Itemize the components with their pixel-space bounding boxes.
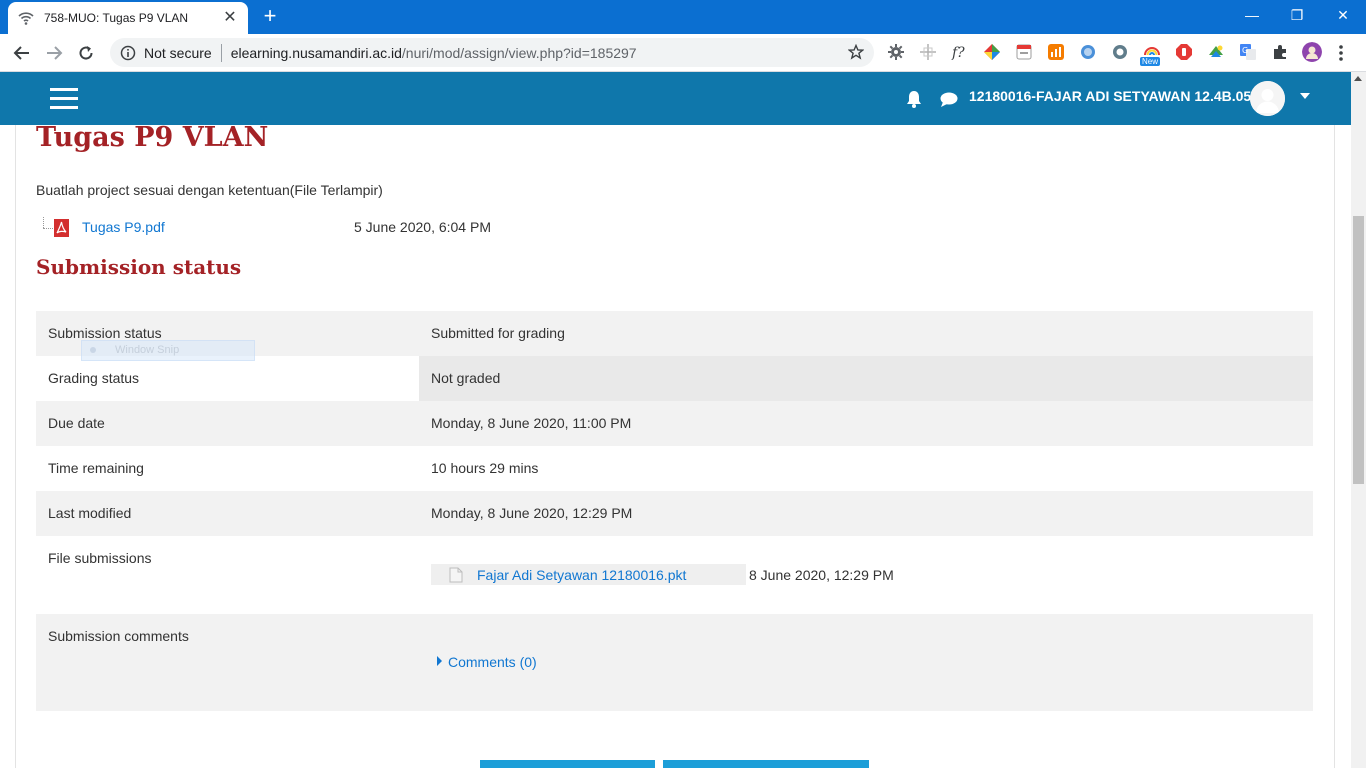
- attachment-date: 5 June 2020, 6:04 PM: [354, 219, 491, 235]
- page-title: Tugas P9 VLAN: [36, 125, 269, 153]
- info-icon[interactable]: [120, 45, 136, 61]
- row-label: File submissions: [48, 550, 152, 566]
- comments-label: Comments (0): [448, 654, 537, 670]
- url-host: elearning.nusamandiri.ac.id: [230, 44, 402, 61]
- minimize-button[interactable]: —: [1229, 0, 1275, 30]
- caret-right-icon: [437, 656, 442, 666]
- forward-arrow-icon: [47, 46, 63, 60]
- table-row: File submissions Fajar Adi Setyawan 1218…: [36, 536, 1313, 614]
- row-value: Not graded: [431, 370, 501, 386]
- row-value: 10 hours 29 mins: [431, 460, 539, 476]
- row-label: Submission comments: [48, 628, 189, 644]
- row-label: Submission status: [48, 325, 162, 341]
- svg-text:f?: f?: [951, 45, 965, 61]
- row-value: Monday, 8 June 2020, 11:00 PM: [431, 415, 632, 431]
- table-row: Grading status Not graded: [36, 356, 1313, 401]
- tree-connector: [43, 217, 44, 228]
- section-title: Submission status: [36, 255, 242, 279]
- new-badge: New: [1140, 57, 1161, 66]
- snip-icon: [90, 347, 96, 353]
- row-value: Monday, 8 June 2020, 12:29 PM: [431, 505, 633, 521]
- submitted-file-date: 8 June 2020, 12:29 PM: [749, 567, 894, 583]
- table-row: Last modified Monday, 8 June 2020, 12:29…: [36, 491, 1313, 536]
- document-file-icon: [449, 567, 463, 583]
- profile-icon[interactable]: [1302, 42, 1322, 62]
- back-button[interactable]: [9, 40, 35, 66]
- svg-text:G: G: [1242, 46, 1248, 55]
- snip-label: Window Snip: [115, 344, 180, 356]
- user-name[interactable]: 12180016-FAJAR ADI SETYAWAN 12.4B.05: [969, 88, 1251, 104]
- address-bar[interactable]: Not secure elearning.nusamandiri.ac.id/n…: [110, 38, 874, 67]
- avatar[interactable]: [1250, 81, 1285, 116]
- browser-tab[interactable]: 758-MUO: Tugas P9 VLAN ✕: [8, 2, 248, 34]
- stop-hand-extension-icon[interactable]: [1175, 43, 1193, 61]
- google-earth-extension-icon[interactable]: [1207, 43, 1225, 61]
- row-label: Grading status: [48, 370, 140, 386]
- globe-extension-icon[interactable]: [1079, 43, 1097, 61]
- color-extension-icon[interactable]: [983, 43, 1001, 61]
- scroll-thumb[interactable]: [1353, 216, 1364, 484]
- site-navbar: 12180016-FAJAR ADI SETYAWAN 12.4B.05: [0, 72, 1351, 125]
- browser-toolbar: Not secure elearning.nusamandiri.ac.id/n…: [0, 34, 1366, 72]
- row-label: Due date: [48, 415, 105, 431]
- table-row: Due date Monday, 8 June 2020, 11:00 PM: [36, 401, 1313, 446]
- user-menu-caret-icon[interactable]: [1300, 93, 1310, 99]
- main-content: Tugas P9 VLAN Buatlah project sesuai den…: [0, 125, 1351, 768]
- reload-icon: [79, 46, 93, 60]
- grading-value-cell: [419, 356, 1313, 401]
- move-extension-icon[interactable]: [919, 43, 937, 61]
- bookmark-star-icon[interactable]: [848, 44, 864, 60]
- page-scrollbar[interactable]: [1351, 72, 1366, 768]
- table-row: Time remaining 10 hours 29 mins: [36, 446, 1313, 491]
- attachment-link[interactable]: Tugas P9.pdf: [82, 219, 165, 235]
- formula-extension-icon[interactable]: f?: [951, 43, 969, 61]
- restore-button[interactable]: ❐: [1274, 0, 1320, 30]
- security-status: Not secure: [144, 44, 212, 61]
- table-row: Submission comments Comments (0): [36, 614, 1313, 711]
- browser-tab-strip: 758-MUO: Tugas P9 VLAN ✕ + — ❐ ✕: [0, 0, 1366, 34]
- wifi-icon: [18, 12, 34, 25]
- row-value: Submitted for grading: [431, 325, 565, 341]
- notification-bell-icon[interactable]: [906, 90, 922, 108]
- calendar-extension-icon[interactable]: [1015, 43, 1033, 61]
- tree-connector: [43, 228, 53, 229]
- forward-button[interactable]: [41, 40, 67, 66]
- submitted-file-link[interactable]: Fajar Adi Setyawan 12180016.pkt: [477, 567, 686, 583]
- row-label: Last modified: [48, 505, 132, 521]
- chart-extension-icon[interactable]: [1047, 43, 1065, 61]
- back-arrow-icon: [13, 46, 29, 60]
- default-user-icon: [1250, 81, 1285, 116]
- chrome-menu-icon[interactable]: [1338, 44, 1344, 62]
- attachment-row: Tugas P9.pdf 5 June 2020, 6:04 PM: [36, 217, 556, 239]
- comments-toggle[interactable]: Comments (0): [437, 654, 537, 670]
- scroll-up-icon[interactable]: [1354, 76, 1362, 81]
- edit-submission-button[interactable]: [480, 760, 655, 768]
- window-snip-overlay: Window Snip: [81, 340, 255, 361]
- close-window-button[interactable]: ✕: [1320, 0, 1366, 30]
- new-tab-button[interactable]: +: [258, 5, 282, 28]
- reload-button[interactable]: [73, 40, 99, 66]
- puzzle-extension-icon[interactable]: [1271, 43, 1289, 61]
- circle-extension-icon[interactable]: [1111, 43, 1129, 61]
- tab-title: 758-MUO: Tugas P9 VLAN: [44, 11, 189, 25]
- assignment-intro: Buatlah project sesuai dengan ketentuan(…: [36, 182, 383, 198]
- gear-extension-icon[interactable]: [887, 43, 905, 61]
- remove-submission-button[interactable]: [663, 760, 869, 768]
- url-path: /nuri/mod/assign/view.php?id=185297: [401, 44, 637, 61]
- pdf-file-icon: [54, 219, 69, 237]
- tab-close-icon[interactable]: ✕: [222, 10, 238, 26]
- translate-extension-icon[interactable]: G: [1239, 43, 1257, 61]
- row-label: Time remaining: [48, 460, 144, 476]
- submission-status-table: Submission status Submitted for grading …: [36, 311, 1313, 711]
- menu-toggle-icon[interactable]: [50, 88, 78, 109]
- messages-icon[interactable]: [940, 92, 958, 107]
- address-separator: [220, 43, 222, 62]
